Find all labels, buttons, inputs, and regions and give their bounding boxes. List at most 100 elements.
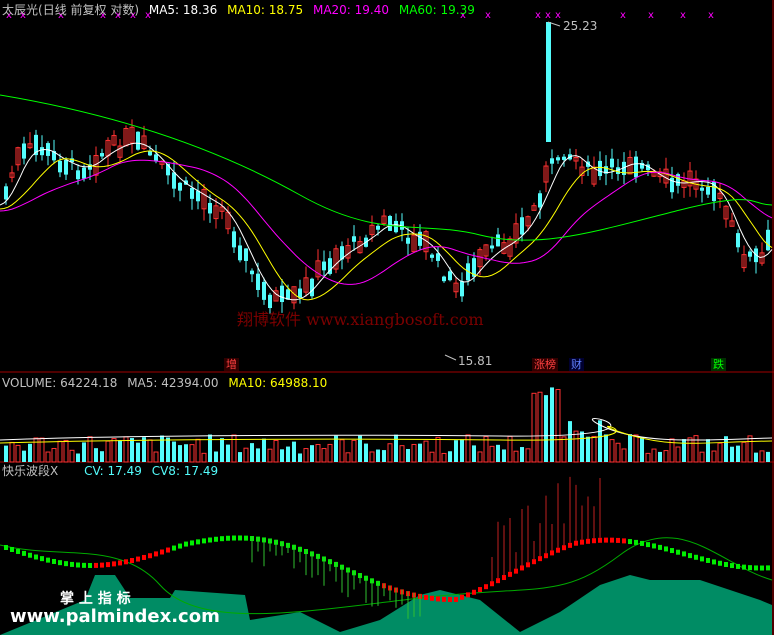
wave-dot bbox=[16, 548, 20, 554]
wave-dot bbox=[484, 584, 488, 590]
volume-bar bbox=[411, 443, 417, 463]
candle-body bbox=[598, 160, 602, 177]
volume-bar bbox=[9, 441, 15, 463]
wave-dot bbox=[100, 562, 104, 568]
volume-bar bbox=[136, 442, 140, 462]
candle-body bbox=[196, 190, 200, 202]
wave-dot bbox=[220, 536, 224, 542]
wave-dot bbox=[442, 596, 446, 602]
wave-dot bbox=[670, 548, 674, 554]
volume-ma10-readout: MA10: 64988.10 bbox=[228, 376, 328, 390]
volume-bar bbox=[111, 438, 117, 463]
volume-bar bbox=[759, 450, 765, 463]
volume-bar bbox=[747, 435, 753, 463]
marker-cai[interactable]: 财 bbox=[569, 358, 584, 371]
volume-bar bbox=[460, 439, 464, 462]
candle-body bbox=[766, 229, 770, 251]
wave-dot bbox=[514, 568, 518, 574]
volume-bar bbox=[238, 452, 242, 462]
wave-dot bbox=[568, 542, 572, 548]
wave-dot bbox=[460, 594, 464, 600]
wave-dot bbox=[658, 544, 662, 550]
volume-bar bbox=[315, 443, 321, 463]
volume-bar bbox=[724, 436, 728, 462]
ma10-readout: MA10: 18.75 bbox=[227, 3, 304, 17]
volume-bar bbox=[364, 443, 368, 462]
volume-bar bbox=[243, 447, 249, 463]
wave-dot bbox=[22, 550, 26, 556]
candle-body bbox=[64, 159, 68, 175]
candle-body bbox=[298, 288, 302, 298]
volume-bar bbox=[423, 440, 429, 463]
wave-dot bbox=[10, 546, 14, 552]
volume-bar bbox=[63, 439, 69, 463]
wave-dot bbox=[490, 581, 494, 587]
volume-bar bbox=[736, 445, 740, 462]
volume-bar bbox=[339, 439, 345, 463]
volume-bar bbox=[201, 452, 207, 463]
volume-bar bbox=[387, 443, 393, 463]
volume-bar bbox=[573, 430, 579, 463]
candle-body bbox=[136, 131, 140, 150]
candle-body bbox=[538, 193, 542, 208]
wave-dot bbox=[202, 538, 206, 544]
volume-ma5-readout: MA5: 42394.00 bbox=[127, 376, 219, 390]
volume-bar bbox=[262, 438, 266, 462]
volume-bar bbox=[298, 453, 302, 462]
wave-dot bbox=[40, 556, 44, 562]
candle-body bbox=[562, 156, 566, 160]
volume-bar bbox=[166, 437, 170, 462]
wave-dot bbox=[466, 592, 470, 598]
marker-die[interactable]: 跌 bbox=[711, 358, 726, 371]
low-price-label: 15.81 bbox=[458, 354, 493, 368]
wave-dot bbox=[478, 587, 482, 593]
volume-bar bbox=[118, 440, 122, 462]
candle-body bbox=[4, 186, 8, 200]
wave-dot bbox=[88, 562, 92, 568]
wave-dot bbox=[664, 546, 668, 552]
wave-dot bbox=[190, 540, 194, 546]
volume-bar bbox=[448, 451, 452, 462]
wave-dot bbox=[622, 538, 626, 544]
volume-bar bbox=[604, 434, 608, 462]
marker-zeng[interactable]: 增 bbox=[224, 358, 239, 371]
volume-bar bbox=[441, 452, 447, 463]
candle-body bbox=[748, 251, 752, 257]
volume-bar bbox=[376, 449, 380, 462]
wave-dot bbox=[238, 535, 242, 541]
wave-dot bbox=[166, 547, 170, 553]
volume-bar bbox=[598, 420, 602, 462]
candle-body bbox=[610, 158, 614, 168]
candle-body bbox=[58, 160, 62, 173]
volume-bar bbox=[327, 443, 333, 463]
stock-chart-window: xxxxxxxxxxxxxxxx 太辰光(日线 前复权 对数) MA5: 18.… bbox=[0, 0, 774, 635]
wave-dot bbox=[598, 537, 602, 543]
candle-body bbox=[256, 273, 260, 290]
wave-dot bbox=[496, 578, 500, 584]
volume-bar bbox=[172, 441, 176, 462]
wave-dot bbox=[160, 549, 164, 555]
volume-bar bbox=[675, 446, 681, 463]
main-header: 太辰光(日线 前复权 对数) MA5: 18.36 MA10: 18.75 MA… bbox=[2, 3, 481, 17]
volume-bar bbox=[76, 453, 80, 462]
indicator-header: 快乐波段X CV: 17.49 CV8: 17.49 bbox=[2, 464, 224, 478]
volume-bar bbox=[645, 452, 651, 463]
marker-zhangbang[interactable]: 涨榜 bbox=[532, 358, 558, 371]
wave-dot bbox=[454, 596, 458, 602]
wave-dot bbox=[574, 540, 578, 546]
wave-dot bbox=[130, 558, 134, 564]
volume-bar bbox=[580, 431, 584, 462]
volume-bar bbox=[633, 434, 639, 463]
volume-bar bbox=[15, 444, 21, 463]
period-label: (日线 前复权 对数) bbox=[38, 3, 140, 17]
volume-bar bbox=[184, 444, 188, 462]
volume-bar bbox=[496, 444, 500, 462]
wave-dot bbox=[562, 545, 566, 551]
wave-dot bbox=[184, 541, 188, 547]
wave-dot bbox=[550, 550, 554, 556]
volume-bar bbox=[273, 439, 279, 463]
candle-body bbox=[376, 225, 380, 230]
volume-bar bbox=[687, 437, 693, 463]
volume-bar bbox=[280, 449, 284, 462]
wave-dot bbox=[508, 571, 512, 577]
